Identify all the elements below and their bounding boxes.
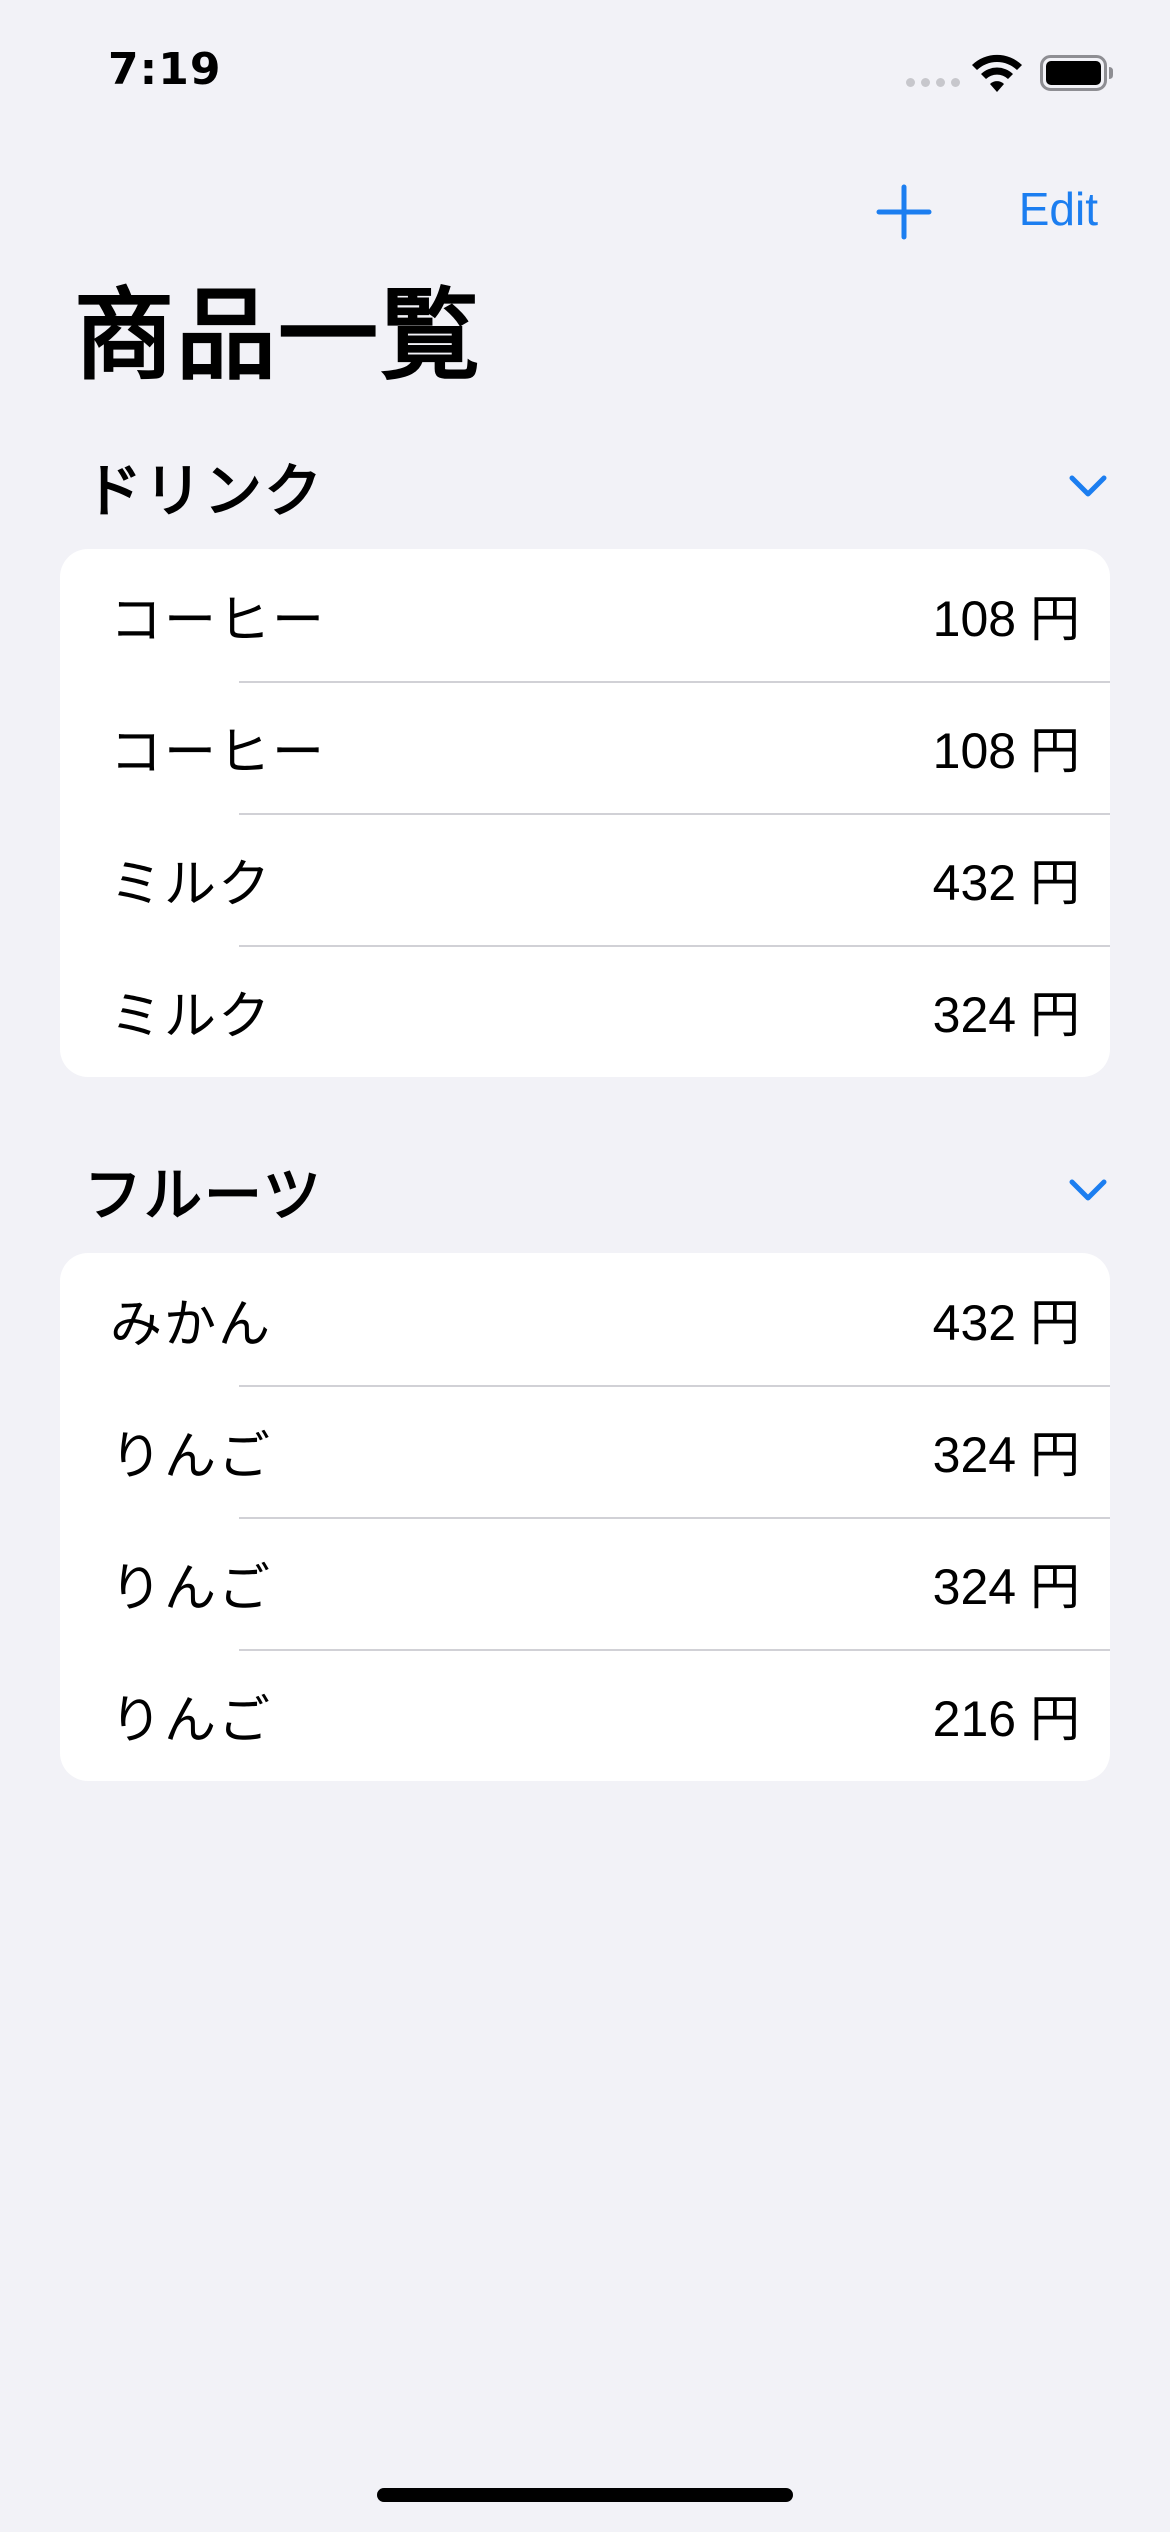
list-item[interactable]: ミルク 432 円 xyxy=(60,813,1110,945)
collapse-fruits-button[interactable] xyxy=(1058,1160,1118,1220)
section-title: ドリンク xyxy=(84,457,325,525)
list-item[interactable]: りんご 216 円 xyxy=(60,1649,1110,1781)
item-price: 216 円 xyxy=(932,1691,1080,1747)
list-item[interactable]: コーヒー 108 円 xyxy=(60,681,1110,813)
item-price: 324 円 xyxy=(932,987,1080,1043)
section-header-fruits: フルーツ xyxy=(84,1155,1114,1229)
wifi-icon xyxy=(972,54,1022,92)
edit-button[interactable]: Edit xyxy=(1019,182,1098,236)
chevron-down-icon xyxy=(1069,1179,1107,1201)
home-indicator[interactable] xyxy=(377,2488,793,2502)
drinks-list: コーヒー 108 円 コーヒー 108 円 ミルク 432 円 ミルク 324 … xyxy=(60,549,1110,1077)
list-item[interactable]: みかん 432 円 xyxy=(60,1253,1110,1385)
item-name: ミルク xyxy=(110,854,273,915)
item-name: コーヒー xyxy=(110,590,327,651)
chevron-down-icon xyxy=(1069,475,1107,497)
list-item[interactable]: ミルク 324 円 xyxy=(60,945,1110,1077)
item-name: みかん xyxy=(110,1294,273,1355)
item-name: コーヒー xyxy=(110,722,327,783)
list-item[interactable]: コーヒー 108 円 xyxy=(60,549,1110,681)
item-price: 324 円 xyxy=(932,1559,1080,1615)
battery-icon xyxy=(1040,55,1113,91)
fruits-list: みかん 432 円 りんご 324 円 りんご 324 円 りんご 216 円 xyxy=(60,1253,1110,1781)
status-bar: 7:19 xyxy=(0,0,1170,140)
item-price: 108 円 xyxy=(932,591,1080,647)
item-price: 324 円 xyxy=(932,1427,1080,1483)
add-button[interactable] xyxy=(872,180,936,244)
item-price: 432 円 xyxy=(932,855,1080,911)
page-title: 商品一覧 xyxy=(74,277,482,394)
section-title: フルーツ xyxy=(84,1161,323,1229)
item-price: 432 円 xyxy=(932,1295,1080,1351)
item-name: りんご xyxy=(110,1558,273,1619)
cellular-signal-icon xyxy=(906,78,960,87)
list-item[interactable]: りんご 324 円 xyxy=(60,1385,1110,1517)
navigation-bar: Edit xyxy=(0,160,1170,260)
item-name: りんご xyxy=(110,1426,273,1487)
item-name: りんご xyxy=(110,1690,273,1751)
collapse-drinks-button[interactable] xyxy=(1058,456,1118,516)
item-price: 108 円 xyxy=(932,723,1080,779)
item-name: ミルク xyxy=(110,986,273,1047)
plus-icon xyxy=(876,184,932,240)
list-item[interactable]: りんご 324 円 xyxy=(60,1517,1110,1649)
status-time: 7:19 xyxy=(108,44,222,95)
section-header-drinks: ドリンク xyxy=(84,451,1114,525)
